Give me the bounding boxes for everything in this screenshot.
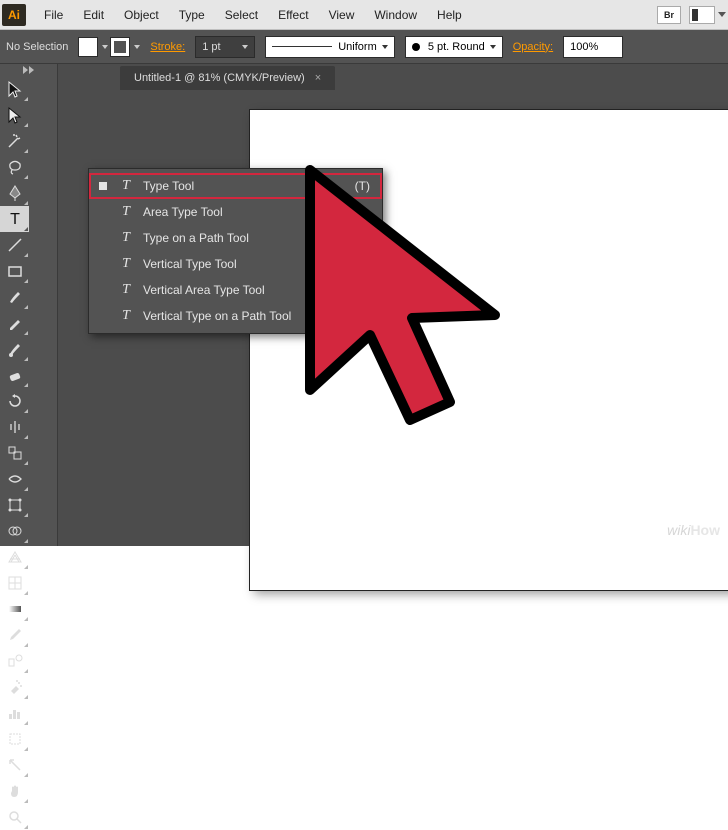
flyout-item-label: Vertical Type on a Path Tool xyxy=(143,309,370,323)
flyout-item-vertical-type-tool[interactable]: T Vertical Type Tool xyxy=(89,251,382,277)
stroke-profile-value: Uniform xyxy=(338,41,377,53)
hand-tool[interactable] xyxy=(0,778,29,804)
magic-wand-tool[interactable] xyxy=(0,128,29,154)
rotate-tool[interactable] xyxy=(0,388,29,414)
menu-bar: Ai File Edit Object Type Select Effect V… xyxy=(0,0,728,30)
watermark-text-bold: How xyxy=(690,522,720,538)
selected-indicator-icon xyxy=(99,182,107,190)
workspace-switcher[interactable] xyxy=(689,6,726,24)
flyout-item-label: Area Type Tool xyxy=(143,205,370,219)
type-tool-flyout: T Type Tool (T) T Area Type Tool T Type … xyxy=(88,168,383,334)
watermark-text: wiki xyxy=(667,522,690,538)
document-tab[interactable]: Untitled-1 @ 81% (CMYK/Preview) × xyxy=(120,66,335,90)
line-icon xyxy=(272,46,332,47)
artboard-tool[interactable] xyxy=(0,726,29,752)
rectangle-tool[interactable] xyxy=(0,258,29,284)
area-type-icon: T xyxy=(115,204,137,220)
flyout-item-label: Type on a Path Tool xyxy=(143,231,370,245)
svg-text:T: T xyxy=(10,211,20,228)
stroke-swatch[interactable] xyxy=(110,37,130,57)
free-transform-tool[interactable] xyxy=(0,492,29,518)
type-icon: T xyxy=(115,178,137,194)
stroke-weight-field[interactable]: 1 pt xyxy=(195,36,255,58)
flyout-item-shortcut: (T) xyxy=(355,179,370,193)
toolbox: T xyxy=(0,64,58,546)
stroke-label[interactable]: Stroke: xyxy=(150,41,185,53)
menu-window[interactable]: Window xyxy=(364,0,427,29)
column-graph-tool[interactable] xyxy=(0,700,29,726)
chevron-down-icon[interactable] xyxy=(134,45,140,49)
opacity-label[interactable]: Opacity: xyxy=(513,41,553,53)
vertical-area-type-icon: T xyxy=(115,282,137,298)
chevron-right-icon xyxy=(29,66,34,74)
close-icon[interactable]: × xyxy=(315,72,321,84)
zoom-tool[interactable] xyxy=(0,804,29,830)
pencil-tool[interactable] xyxy=(0,310,29,336)
document-tab-row: Untitled-1 @ 81% (CMYK/Preview) × xyxy=(0,64,728,90)
gradient-tool[interactable] xyxy=(0,596,29,622)
chevron-right-icon xyxy=(23,66,28,74)
menu-file[interactable]: File xyxy=(34,0,73,29)
toolbox-collapse-handle[interactable] xyxy=(0,64,57,76)
paintbrush-tool[interactable] xyxy=(0,284,29,310)
brush-value: 5 pt. Round xyxy=(428,41,485,53)
flyout-item-label: Vertical Area Type Tool xyxy=(143,283,370,297)
watermark: wikiHow xyxy=(667,522,720,540)
flyout-item-label: Vertical Type Tool xyxy=(143,257,370,271)
vertical-type-on-path-icon: T xyxy=(115,308,137,324)
menu-view[interactable]: View xyxy=(319,0,365,29)
eraser-tool[interactable] xyxy=(0,362,29,388)
flyout-item-area-type-tool[interactable]: T Area Type Tool xyxy=(89,199,382,225)
stroke-profile-field[interactable]: Uniform xyxy=(265,36,395,58)
pen-tool[interactable] xyxy=(0,180,29,206)
symbol-sprayer-tool[interactable] xyxy=(0,674,29,700)
vertical-type-icon: T xyxy=(115,256,137,272)
line-segment-tool[interactable] xyxy=(0,232,29,258)
type-on-path-icon: T xyxy=(115,230,137,246)
bridge-icon[interactable]: Br xyxy=(657,6,681,24)
stroke-weight-value: 1 pt xyxy=(202,41,220,53)
type-tool[interactable]: T xyxy=(0,206,29,232)
chevron-down-icon xyxy=(242,45,248,49)
lasso-tool[interactable] xyxy=(0,154,29,180)
opacity-field[interactable]: 100% xyxy=(563,36,623,58)
document-tab-title: Untitled-1 @ 81% (CMYK/Preview) xyxy=(134,72,305,84)
reflect-tool[interactable] xyxy=(0,414,29,440)
perspective-grid-tool[interactable] xyxy=(0,544,29,570)
mesh-tool[interactable] xyxy=(0,570,29,596)
flyout-item-type-tool[interactable]: T Type Tool (T) xyxy=(89,173,382,199)
chevron-down-icon xyxy=(718,12,726,17)
scale-tool[interactable] xyxy=(0,440,29,466)
selection-tool[interactable] xyxy=(0,76,29,102)
blob-brush-tool[interactable] xyxy=(0,336,29,362)
flyout-item-vertical-type-on-path-tool[interactable]: T Vertical Type on a Path Tool xyxy=(89,303,382,329)
chevron-down-icon[interactable] xyxy=(102,45,108,49)
app-logo-icon: Ai xyxy=(2,4,26,26)
menu-effect[interactable]: Effect xyxy=(268,0,318,29)
flyout-item-vertical-area-type-tool[interactable]: T Vertical Area Type Tool xyxy=(89,277,382,303)
flyout-item-label: Type Tool xyxy=(143,179,355,193)
layout-icon xyxy=(689,6,715,24)
flyout-item-type-on-path-tool[interactable]: T Type on a Path Tool xyxy=(89,225,382,251)
submenu-arrow-icon xyxy=(372,246,378,256)
direct-selection-tool[interactable] xyxy=(0,102,29,128)
width-tool[interactable] xyxy=(0,466,29,492)
selection-status: No Selection xyxy=(6,41,68,53)
dot-icon xyxy=(412,43,420,51)
blend-tool[interactable] xyxy=(0,648,29,674)
chevron-down-icon xyxy=(490,45,496,49)
brush-field[interactable]: 5 pt. Round xyxy=(405,36,503,58)
shape-builder-tool[interactable] xyxy=(0,518,29,544)
opacity-value: 100% xyxy=(570,41,598,53)
chevron-down-icon xyxy=(382,45,388,49)
eyedropper-tool[interactable] xyxy=(0,622,29,648)
control-bar: No Selection Stroke: 1 pt Uniform 5 pt. … xyxy=(0,30,728,64)
menu-help[interactable]: Help xyxy=(427,0,472,29)
menu-select[interactable]: Select xyxy=(215,0,268,29)
menu-type[interactable]: Type xyxy=(169,0,215,29)
slice-tool[interactable] xyxy=(0,752,29,778)
menu-object[interactable]: Object xyxy=(114,0,169,29)
fill-swatch[interactable] xyxy=(78,37,98,57)
menu-edit[interactable]: Edit xyxy=(73,0,114,29)
